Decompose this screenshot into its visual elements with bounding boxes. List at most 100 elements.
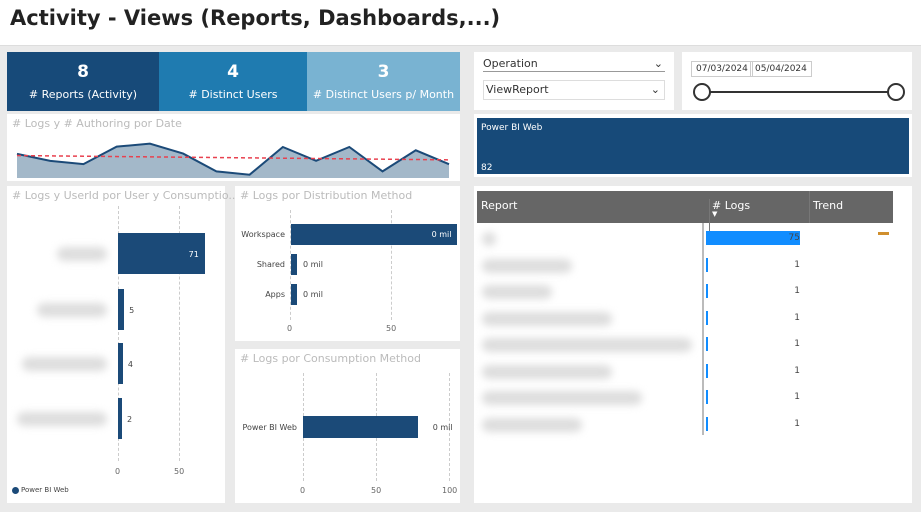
operation-header[interactable]: Operation ⌄ [483, 57, 665, 72]
logs-value: 1 [794, 365, 800, 376]
data-label: 2 [127, 415, 133, 424]
chart-title: # Logs por Distribution Method [240, 189, 413, 202]
logs-databar [706, 390, 708, 404]
bar[interactable] [118, 343, 123, 384]
operation-slicer: Operation ⌄ ViewReport ⌄ [474, 52, 674, 110]
kpi-reports: 8 # Reports (Activity) [7, 52, 159, 111]
page-title: Activity - Views (Reports, Dashboards,..… [10, 6, 501, 30]
kpi-value: 3 [377, 62, 390, 82]
table-row[interactable]: 1 [474, 362, 894, 384]
distribution-chart: # Logs por Distribution Method 0 50 Work… [235, 186, 460, 341]
bar[interactable] [118, 398, 122, 439]
logs-value: 1 [794, 339, 800, 349]
kpi-label: # Reports (Activity) [28, 88, 138, 101]
data-label: 0 mil [432, 423, 453, 432]
kpi-label: # Distinct Users p/ Month [312, 88, 455, 101]
table-row[interactable]: 1 [474, 335, 894, 357]
trend-sparkline [878, 232, 889, 235]
date-start-input[interactable]: 07/03/2024 [691, 61, 753, 77]
area-chart [16, 142, 450, 178]
card-visual: Power BI Web 82 [474, 114, 912, 177]
category-label: Shared [256, 260, 285, 269]
logs-databar [706, 284, 708, 298]
title-bar: Activity - Views (Reports, Dashboards,..… [0, 0, 921, 46]
operation-dropdown[interactable]: ViewReport ⌄ [483, 80, 665, 100]
tick: 0 [300, 486, 306, 495]
blurred-report-name [482, 417, 582, 432]
blurred-report-name [482, 364, 612, 379]
bar[interactable] [118, 289, 125, 330]
column-header-trend[interactable]: Trend [809, 191, 843, 223]
tick: 100 [442, 486, 458, 495]
blurred-category-label [17, 412, 107, 426]
operation-label: Operation [483, 57, 538, 70]
table-row[interactable]: 1 [474, 415, 894, 437]
blurred-report-name [482, 258, 572, 273]
user-chart: # Logs y UserId por User y Consumptio...… [7, 186, 239, 503]
tick: 50 [371, 486, 382, 495]
column-header-report[interactable]: Report [481, 199, 517, 212]
category-label: Apps [265, 290, 285, 299]
header-label: # Logs [712, 199, 751, 212]
data-label: 0 mil [303, 260, 323, 269]
chevron-down-icon: ⌄ [650, 83, 660, 96]
date-slicer: 07/03/2024 05/04/2024 [682, 52, 912, 110]
logs-value: 75 [788, 233, 800, 243]
logs-databar [706, 337, 708, 351]
bar[interactable] [291, 254, 298, 275]
blurred-report-name [482, 285, 552, 299]
blurred-category-label [22, 357, 107, 371]
kpi-distinct-users-month: 3 # Distinct Users p/ Month [307, 52, 460, 111]
table-row[interactable]: 1 [474, 282, 894, 304]
table-row[interactable]: 75 [474, 229, 894, 251]
logs-value: 1 [794, 286, 800, 296]
logs-databar [706, 363, 708, 378]
tick: 0 [287, 324, 293, 333]
report-table: Report # Logs ▼ Trend 75 1 1 1 1 1 1 1 [474, 186, 912, 503]
blurred-report-name [482, 311, 612, 326]
table-header: Report # Logs ▼ Trend [477, 191, 893, 231]
bar[interactable] [303, 416, 418, 438]
operation-value: ViewReport [486, 83, 549, 96]
category-label: Power BI Web [242, 423, 297, 432]
column-header-logs[interactable]: # Logs ▼ [709, 199, 809, 231]
date-start-handle[interactable] [693, 83, 711, 101]
bar[interactable] [291, 284, 298, 305]
logs-value: 1 [794, 259, 800, 270]
data-label: 0 mil [431, 230, 452, 239]
kpi-value: 4 [227, 62, 239, 82]
blurred-report-name [482, 338, 692, 352]
date-end-handle[interactable] [887, 83, 905, 101]
logs-value: 1 [794, 392, 800, 402]
chevron-down-icon: ⌄ [653, 57, 663, 70]
trend-line [16, 154, 450, 161]
tick: 50 [386, 324, 397, 333]
data-label: 5 [129, 306, 135, 315]
table-row[interactable]: 1 [474, 309, 894, 331]
logs-date-chart: # Logs y # Authoring por Date [7, 114, 460, 181]
date-end-input[interactable]: 05/04/2024 [750, 61, 812, 77]
card-tile[interactable]: Power BI Web 82 [477, 118, 909, 174]
chart-title: # Logs y UserId por User y Consumptio... [12, 189, 239, 202]
table-row[interactable]: 1 [474, 256, 894, 278]
kpi-label: # Distinct Users [188, 88, 278, 101]
blurred-report-name [482, 232, 496, 246]
data-label: 0 mil [303, 290, 323, 299]
blurred-category-label [37, 303, 107, 317]
logs-value: 1 [794, 418, 800, 429]
consumption-chart: # Logs por Consumption Method 0 50 100 P… [235, 349, 460, 503]
data-label: 71 [188, 250, 199, 259]
table-row[interactable]: 1 [474, 388, 894, 410]
logs-value: 1 [794, 312, 800, 323]
data-label: 4 [127, 360, 133, 369]
category-label: Workspace [241, 230, 285, 239]
legend-label[interactable]: Power BI Web [21, 486, 69, 494]
blurred-report-name [482, 391, 642, 405]
logs-databar [706, 257, 708, 272]
tick: 0 [115, 467, 121, 476]
card-label: Power BI Web [481, 123, 543, 133]
sort-desc-icon: ▼ [712, 210, 718, 218]
kpi-value: 8 [77, 62, 89, 82]
legend-marker [12, 487, 19, 494]
blurred-category-label [57, 247, 107, 261]
